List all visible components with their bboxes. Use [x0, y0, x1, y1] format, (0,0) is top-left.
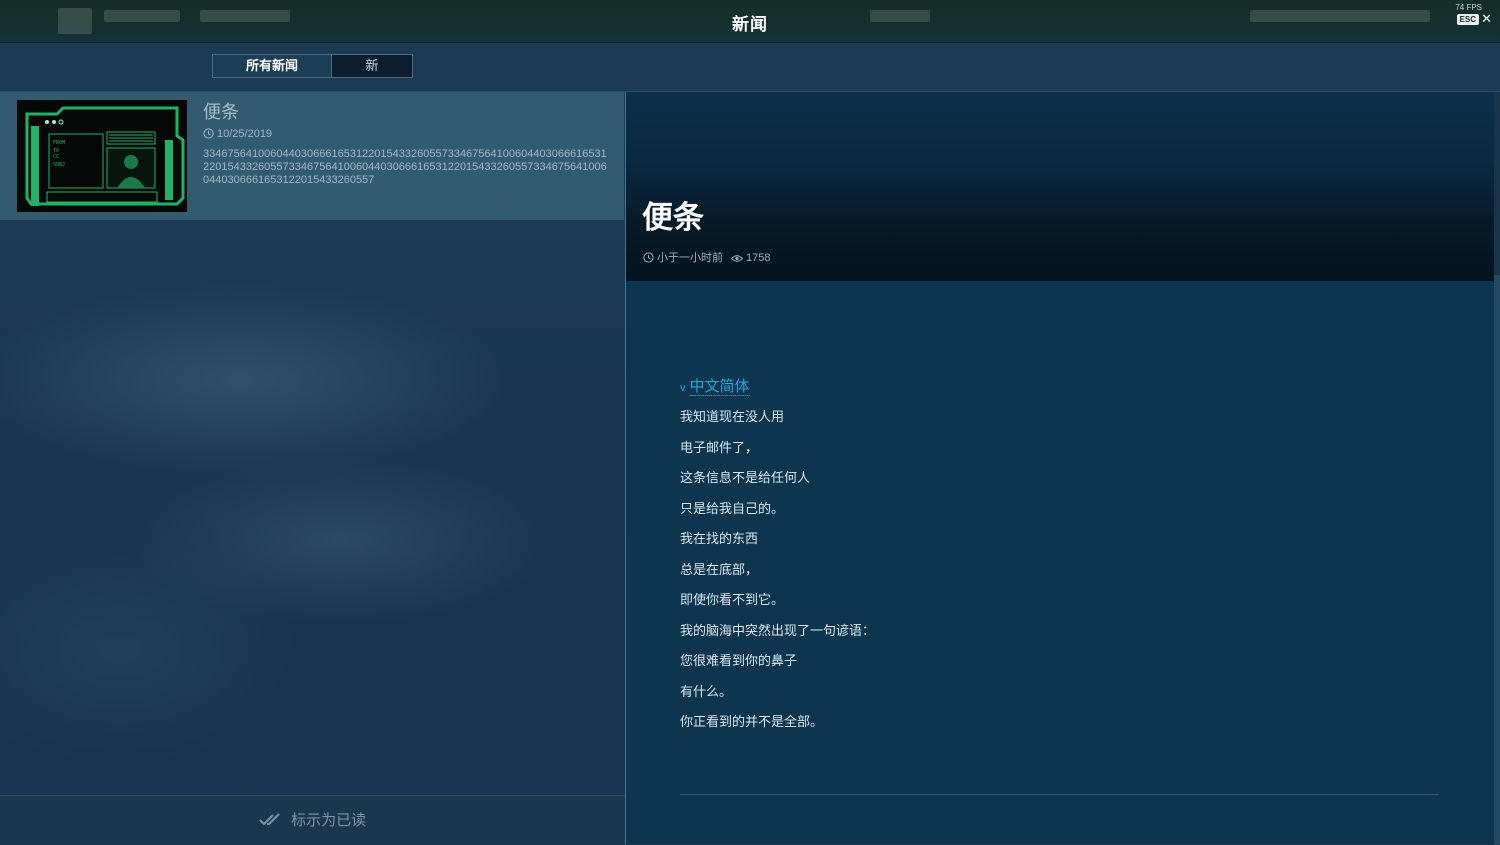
article-line: 电子邮件了， [680, 439, 759, 455]
tab-new[interactable]: 新 [332, 55, 412, 77]
tab-all-news[interactable]: 所有新闻 [213, 55, 332, 77]
language-toggle[interactable]: v 中文简体 [680, 375, 750, 396]
article-line: 我的脑海中突然出现了一句谚语： [680, 622, 876, 638]
article-line: 只是给我自己的。 [680, 500, 785, 516]
article-line: 即使你看不到它。 [680, 592, 785, 607]
svg-text:FROM: FROM [53, 140, 65, 146]
article-line: 我在找的东西 [680, 531, 759, 546]
article-line: 你正看到的并不是全部。 [680, 714, 824, 729]
scrollbar-thumb[interactable] [1494, 275, 1500, 844]
esc-key-hint: ESC [1456, 14, 1479, 25]
mark-as-read-button[interactable]: 标示为已读 [0, 795, 625, 845]
news-thumbnail: FROM TO CC SUBJ [17, 100, 187, 212]
article-panel: 便条 小于一小时前 1758 v 中文简体 我知道现在没人用 电子邮件了， 这条信… [625, 92, 1495, 844]
chevron-down-icon: v [680, 382, 686, 394]
article-line: 您很难看到你的鼻子 [680, 653, 798, 668]
eye-icon [730, 254, 744, 266]
top-bar: 新闻 74 FPS ESC ✕ [0, 0, 1500, 43]
news-filter-tabs: 所有新闻 新 [212, 54, 413, 78]
article-line: 我知道现在没人用 [680, 409, 785, 424]
article-title: 便条 [642, 200, 704, 235]
mark-as-read-label: 标示为已读 [291, 812, 367, 829]
news-list-item[interactable]: FROM TO CC SUBJ 便条 10/25/2019 3346756410… [0, 92, 624, 220]
clock-icon [643, 252, 654, 266]
fps-counter: 74 FPS [1455, 3, 1482, 12]
article-header: 便条 小于一小时前 1758 [626, 92, 1495, 281]
clock-icon [203, 128, 214, 142]
double-check-icon [259, 812, 285, 829]
news-item-date: 10/25/2019 [217, 128, 273, 140]
article-meta: 小于一小时前 1758 [643, 249, 770, 266]
svg-text:CC: CC [53, 154, 59, 160]
news-item-title: 便条 [203, 102, 239, 122]
page-title: 新闻 [732, 15, 768, 34]
article-line: 这条信息不是给任何人 [680, 470, 811, 485]
article-line: 有什么。 [680, 683, 733, 699]
news-item-date-row: 10/25/2019 [203, 128, 272, 142]
article-line: 总是在底部， [680, 561, 759, 577]
language-label: 中文简体 [689, 378, 750, 396]
svg-text:SUBJ: SUBJ [53, 162, 65, 168]
article-body: 我知道现在没人用 电子邮件了， 这条信息不是给任何人 只是给我自己的。 我在找的… [680, 406, 875, 742]
article-views: 1758 [746, 252, 771, 264]
article-divider [680, 794, 1439, 795]
terminal-screen-image: FROM TO CC SUBJ [17, 100, 187, 212]
news-item-preview: 3346756410060440306661653122015433260557… [203, 148, 607, 186]
close-button[interactable]: ✕ [1481, 11, 1492, 27]
article-time-ago: 小于一小时前 [657, 252, 723, 264]
tab-bar: 所有新闻 新 [0, 43, 1500, 92]
